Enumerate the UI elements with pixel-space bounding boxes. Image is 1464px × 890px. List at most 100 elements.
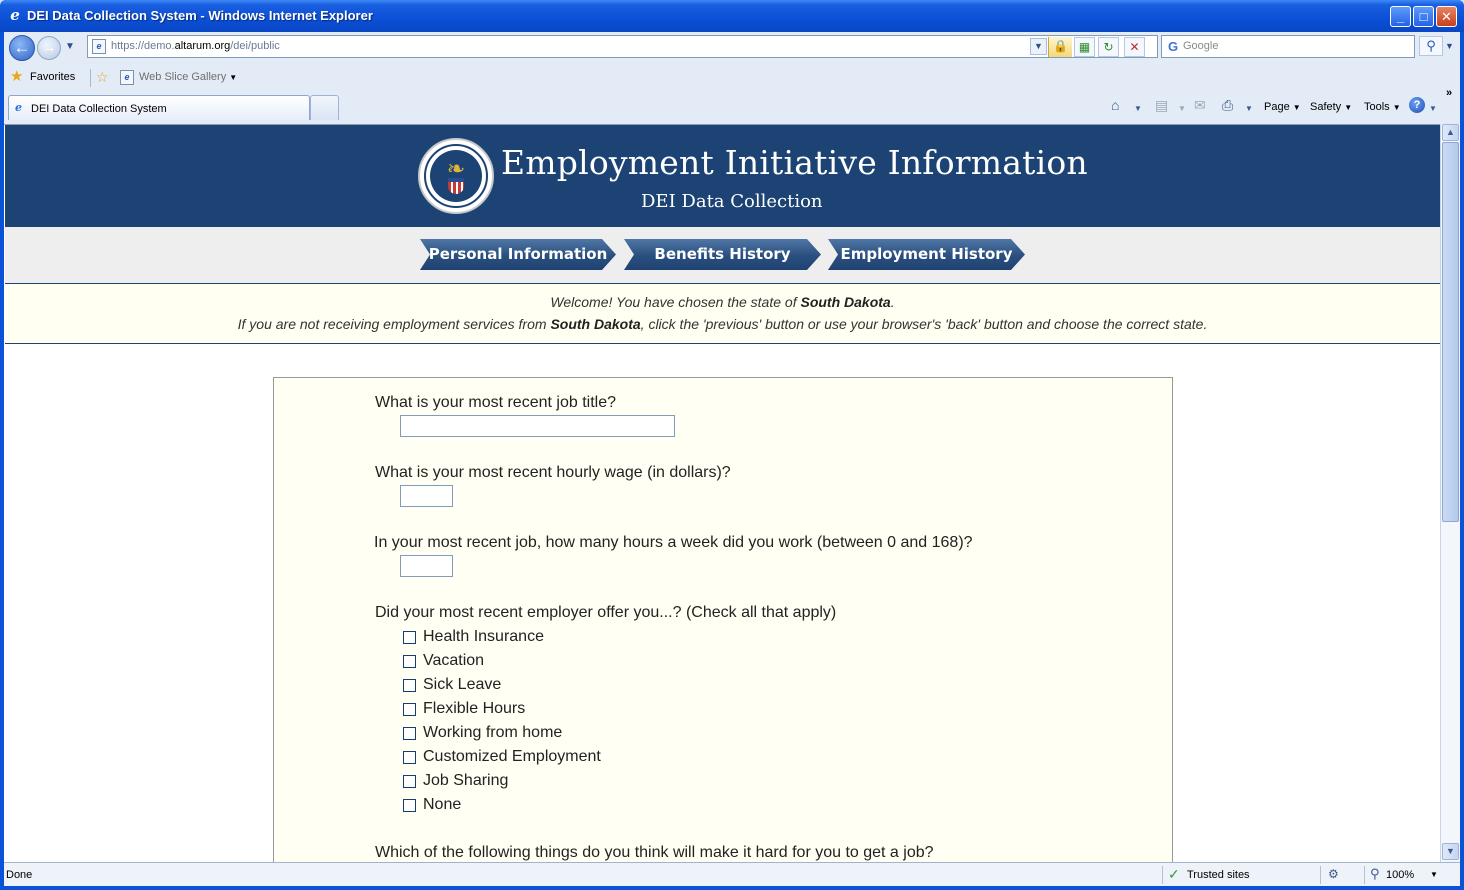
url-host: altarum.org [174, 40, 231, 52]
home-chevron-down-icon[interactable]: ▼ [1134, 101, 1142, 117]
hours-per-week-input[interactable] [400, 555, 453, 577]
welcome-line-1: Welcome! You have chosen the state of So… [5, 294, 1440, 310]
address-url[interactable]: https://demo.altarum.org/dei/public [111, 40, 280, 52]
favorites-bar: ★ Favorites ☆ e Web Slice Gallery ▼ [4, 65, 1460, 91]
none-checkbox[interactable] [403, 799, 416, 812]
recent-pages-chevron-down-icon[interactable]: ▼ [65, 41, 75, 52]
status-text: Done [6, 869, 33, 881]
none-label: None [423, 796, 462, 813]
help-icon[interactable]: ? [1409, 97, 1425, 113]
divider [1162, 866, 1163, 884]
welcome-text: Welcome! You have chosen the state of [550, 294, 801, 310]
browser-window: e DEI Data Collection System - Windows I… [0, 0, 1464, 890]
close-button[interactable]: ✕ [1436, 6, 1457, 27]
search-icon[interactable]: ⚲ [1419, 36, 1443, 56]
search-options-chevron-down-icon[interactable]: ▼ [1445, 41, 1454, 51]
welcome-banner: Welcome! You have chosen the state of So… [5, 284, 1440, 344]
address-bar[interactable]: e https://demo.altarum.org/dei/public ▼ … [87, 35, 1158, 58]
more-commands-chevron-icon[interactable]: » [1446, 87, 1452, 99]
feeds-chevron-down-icon[interactable]: ▼ [1178, 101, 1186, 117]
scroll-up-chevron-icon[interactable]: ▲ [1442, 124, 1459, 141]
stop-icon[interactable]: ✕ [1124, 37, 1145, 57]
zoom-icon[interactable]: ⚲ [1370, 866, 1380, 882]
web-slice-icon: e [120, 70, 134, 85]
zoom-chevron-down-icon[interactable]: ▼ [1430, 870, 1438, 879]
safety-menu[interactable]: Safety ▼ [1310, 101, 1352, 113]
address-dropdown-chevron-down-icon[interactable]: ▼ [1030, 38, 1047, 55]
favorites-button[interactable]: Favorites [30, 71, 75, 83]
tools-menu[interactable]: Tools ▼ [1364, 101, 1401, 113]
sick-leave-label: Sick Leave [423, 676, 502, 693]
page-menu[interactable]: Page ▼ [1264, 101, 1301, 113]
print-chevron-down-icon[interactable]: ▼ [1245, 101, 1253, 117]
health-insurance-checkbox[interactable] [403, 631, 416, 644]
page-viewport: ❧ Employment Initiative Information DEI … [4, 124, 1440, 862]
ie-logo-icon: e [10, 6, 20, 24]
mail-icon[interactable]: ✉ [1194, 97, 1206, 113]
job-title-input[interactable] [400, 415, 675, 437]
back-button[interactable]: ← [9, 35, 35, 61]
tools-chevron-down-icon: ▼ [1392, 103, 1401, 112]
help-chevron-down-icon[interactable]: ▼ [1429, 101, 1437, 117]
feeds-icon[interactable]: ▤ [1155, 97, 1168, 113]
seal-center: ❧ [430, 150, 482, 202]
job-sharing-label: Job Sharing [423, 772, 509, 789]
working-from-home-checkbox[interactable] [403, 727, 416, 740]
department-of-labor-seal-icon: ❧ [418, 138, 494, 214]
question-job-barriers: Which of the following things do you thi… [375, 844, 934, 861]
window-title: DEI Data Collection System - Windows Int… [27, 8, 373, 23]
browser-toolbar: ← → ▼ e https://demo.altarum.org/dei/pub… [4, 32, 1460, 124]
print-icon[interactable]: ⎙ [1222, 97, 1233, 113]
vacation-checkbox[interactable] [403, 655, 416, 668]
search-input[interactable]: Google [1183, 40, 1218, 52]
search-box[interactable]: G Google [1161, 35, 1415, 58]
lock-icon[interactable]: 🔒 [1048, 37, 1072, 57]
sick-leave-checkbox[interactable] [403, 679, 416, 692]
tools-menu-label: Tools [1364, 101, 1390, 113]
health-insurance-label: Health Insurance [423, 628, 544, 645]
welcome-period: . [890, 294, 895, 310]
hourly-wage-input[interactable] [400, 485, 453, 507]
url-path: /dei/public [230, 40, 280, 52]
add-to-favorites-bar-icon[interactable]: ☆ [96, 69, 109, 86]
welcome-line-2: If you are not receiving employment serv… [5, 316, 1440, 332]
compatibility-view-icon[interactable]: ▦ [1074, 37, 1095, 57]
vacation-label: Vacation [423, 652, 485, 669]
new-tab-button[interactable] [310, 95, 339, 120]
tab-ie-icon: e [15, 101, 22, 114]
zoom-level[interactable]: 100% [1386, 869, 1414, 881]
job-sharing-checkbox[interactable] [403, 775, 416, 788]
page-chevron-down-icon: ▼ [1292, 103, 1301, 112]
question-benefits: Did your most recent employer offer you.… [375, 604, 837, 621]
step-benefits-history[interactable]: Benefits History [624, 239, 821, 270]
home-icon[interactable]: ⌂ [1111, 97, 1119, 113]
web-slice-gallery-link[interactable]: Web Slice Gallery ▼ [139, 71, 237, 83]
page-menu-label: Page [1264, 101, 1290, 113]
scrollbar-thumb[interactable] [1442, 142, 1459, 522]
chosen-state: South Dakota [800, 294, 891, 310]
question-hourly-wage: What is your most recent hourly wage (in… [375, 464, 731, 481]
flexible-hours-checkbox[interactable] [403, 703, 416, 716]
instruction-text-end: , click the 'previous' button or use you… [640, 316, 1208, 332]
flexible-hours-label: Flexible Hours [423, 700, 526, 717]
status-bar: Done ✓ Trusted sites ⚙ ⚲ 100% ▼ [4, 862, 1460, 886]
refresh-icon[interactable]: ↻ [1098, 37, 1119, 57]
page-icon: e [92, 39, 106, 54]
employment-history-form: What is your most recent job title? What… [273, 377, 1173, 862]
forward-button[interactable]: → [37, 36, 61, 60]
security-zone-label[interactable]: Trusted sites [1187, 869, 1250, 881]
divider [1364, 866, 1365, 884]
minimize-button[interactable]: _ [1390, 6, 1411, 27]
step-employment-history[interactable]: Employment History [828, 239, 1025, 270]
customized-employment-checkbox[interactable] [403, 751, 416, 764]
maximize-button[interactable]: □ [1413, 6, 1434, 27]
scroll-down-chevron-icon[interactable]: ▼ [1442, 843, 1459, 860]
shield-icon [448, 178, 464, 194]
tab-dei-data-collection[interactable]: e DEI Data Collection System [8, 95, 310, 120]
site-header: ❧ Employment Initiative Information DEI … [5, 125, 1440, 227]
step-personal-information[interactable]: Personal Information [420, 239, 616, 270]
progress-steps: Personal Information Benefits History Em… [5, 227, 1440, 284]
favorites-star-icon[interactable]: ★ [10, 69, 23, 85]
protected-mode-icon[interactable]: ⚙ [1328, 867, 1339, 881]
vertical-scrollbar[interactable]: ▲ ▼ [1440, 124, 1460, 862]
